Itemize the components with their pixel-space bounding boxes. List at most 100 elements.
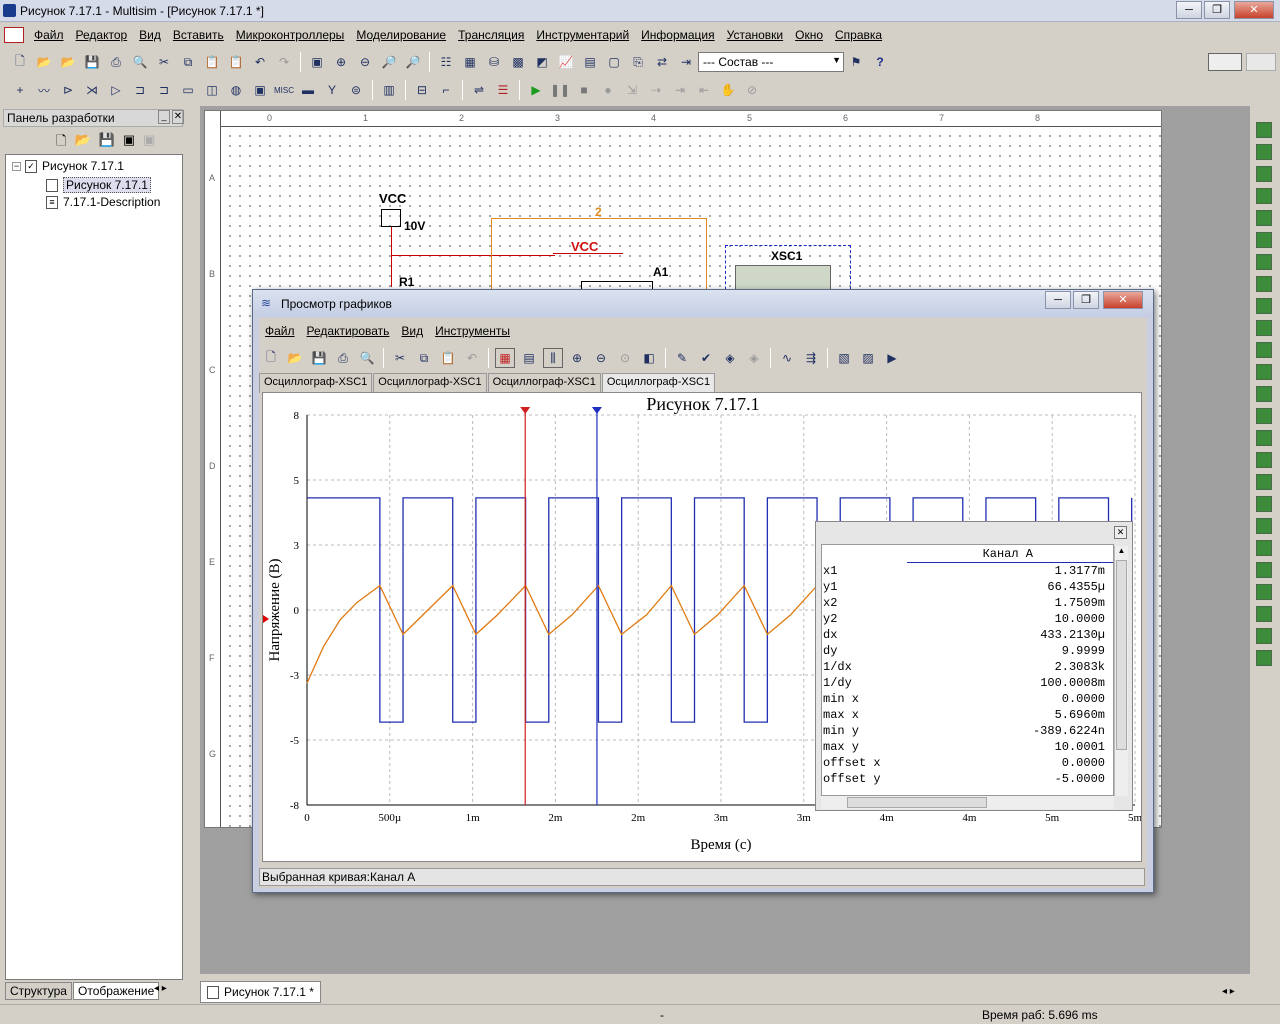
grapher-menu-file[interactable]: Файл — [259, 324, 301, 338]
export-mathcad-icon[interactable]: ▨ — [858, 348, 878, 368]
menu-file[interactable]: Файл — [28, 28, 70, 42]
zoom-fit-icon[interactable]: 🔎 — [403, 52, 423, 72]
cursors-icon[interactable]: ⫼ — [543, 348, 563, 368]
instrument-icon[interactable] — [1256, 562, 1272, 578]
add-trace-icon[interactable]: ⇶ — [801, 348, 821, 368]
menu-insert[interactable]: Вставить — [167, 28, 230, 42]
menu-tools[interactable]: Инструментарий — [530, 28, 635, 42]
panel-pin-button[interactable]: _ — [158, 110, 170, 124]
tree-root[interactable]: − ✓ Рисунок 7.17.1 — [12, 159, 124, 173]
copy-icon[interactable]: ⧉ — [178, 52, 198, 72]
grapher-icon[interactable]: 📈 — [556, 52, 576, 72]
breakpoint-icon[interactable]: ✋ — [718, 80, 738, 100]
tab-nav-arrows[interactable]: ◂ ▸ — [1222, 986, 1235, 997]
open-icon[interactable]: 📂 — [34, 52, 54, 72]
cursor-box-close-button[interactable]: ✕ — [1114, 526, 1127, 539]
spreadsheet-icon[interactable]: ▦ — [460, 52, 480, 72]
menu-view[interactable]: Вид — [133, 28, 167, 42]
run-icon[interactable]: ▶ — [526, 80, 546, 100]
close-button[interactable]: ✕ — [1234, 1, 1274, 19]
copy-icon[interactable]: ⧉ — [414, 348, 434, 368]
zoom-out-icon[interactable]: ⊖ — [355, 52, 375, 72]
grid-icon[interactable]: ▩ — [508, 52, 528, 72]
design-toolbox-icon[interactable]: ☷ — [436, 52, 456, 72]
grapher-minimize-button[interactable]: ─ — [1045, 291, 1071, 309]
transistor-icon[interactable]: ⋊ — [82, 80, 102, 100]
instrument-icon[interactable] — [1256, 452, 1272, 468]
menu-reports[interactable]: Информация — [635, 28, 720, 42]
instrument-icon[interactable] — [1256, 474, 1272, 490]
zoom-in-icon[interactable]: ⊕ — [331, 52, 351, 72]
probe-icon[interactable]: ⇌ — [469, 80, 489, 100]
instrument-icon[interactable] — [1256, 342, 1272, 358]
legend-icon[interactable]: ▤ — [519, 348, 539, 368]
export-excel-icon[interactable]: ▧ — [834, 348, 854, 368]
instrument-icon[interactable] — [1256, 496, 1272, 512]
erc-icon[interactable]: ▢ — [604, 52, 624, 72]
properties-icon[interactable]: ✎ — [672, 348, 692, 368]
minimize-button[interactable]: ─ — [1176, 1, 1202, 19]
menu-edit[interactable]: Редактор — [70, 28, 134, 42]
instrument-icon[interactable] — [1256, 584, 1272, 600]
transfer-icon[interactable]: ⇥ — [676, 52, 696, 72]
electromech-icon[interactable]: ⊜ — [346, 80, 366, 100]
menu-transfer[interactable]: Трансляция — [452, 28, 530, 42]
mdi-icon-2[interactable] — [1246, 53, 1276, 71]
instrument-icon[interactable] — [1256, 122, 1272, 138]
instrument-icon[interactable] — [1256, 232, 1272, 248]
instrument-icon[interactable] — [1256, 606, 1272, 622]
save-icon[interactable]: 💾 — [82, 52, 102, 72]
close-design-icon[interactable]: ▣ — [123, 132, 135, 154]
step-over-icon[interactable]: ⇢ — [646, 80, 666, 100]
mixed-icon[interactable]: ◫ — [202, 80, 222, 100]
open-icon[interactable]: 📂 — [285, 348, 305, 368]
forward-annotate-icon[interactable]: ⇄ — [652, 52, 672, 72]
tab-scroll-arrows[interactable]: ◂ ▸ — [154, 983, 167, 994]
document-tab[interactable]: Рисунок 7.17.1 * — [200, 981, 321, 1003]
grapher-maximize-button[interactable]: ❐ — [1073, 291, 1099, 309]
ttl-icon[interactable]: ⊐ — [130, 80, 150, 100]
probe2-icon[interactable]: ☰ — [493, 80, 513, 100]
instrument-icon[interactable] — [1256, 518, 1272, 534]
step-into-icon[interactable]: ⇲ — [622, 80, 642, 100]
run-cursor-icon[interactable]: ⇤ — [694, 80, 714, 100]
save-icon[interactable]: 💾 — [309, 348, 329, 368]
bus-icon[interactable]: ⌐ — [436, 80, 456, 100]
instrument-icon[interactable] — [1256, 144, 1272, 160]
redo-icon[interactable]: ↷ — [274, 52, 294, 72]
cursor-data-window[interactable]: ✕ Канал А x1 1.3177m y1 66.4355µ x2 1.7509m y2… — [815, 521, 1133, 811]
open-samples-icon[interactable]: 📂 — [58, 52, 78, 72]
new-design-icon[interactable]: 🗋 — [56, 132, 66, 154]
education-icon[interactable]: ⚑ — [846, 52, 866, 72]
menu-help[interactable]: Справка — [829, 28, 888, 42]
overlay-traces-icon[interactable]: ∿ — [777, 348, 797, 368]
hier-block-icon[interactable]: ⊟ — [412, 80, 432, 100]
mdi-icon[interactable] — [1208, 53, 1242, 71]
power-icon[interactable]: ▣ — [250, 80, 270, 100]
peripherals-icon[interactable]: ▬ — [298, 80, 318, 100]
in-use-list[interactable]: --- Состав --- ▼ — [698, 52, 844, 72]
instrument-icon[interactable] — [1256, 364, 1272, 380]
help-icon[interactable]: ? — [870, 52, 890, 72]
instrument-icon[interactable] — [1256, 540, 1272, 556]
cmos-icon[interactable]: ⊐ — [154, 80, 174, 100]
select-trace-icon[interactable]: ◈ — [720, 348, 740, 368]
grapher-menu-tools[interactable]: Инструменты — [429, 324, 516, 338]
menu-mcu[interactable]: Микроконтроллеры — [230, 28, 351, 42]
rf-icon[interactable]: Y — [322, 80, 342, 100]
pause-icon[interactable]: ❚❚ — [550, 80, 570, 100]
undo-icon[interactable]: ↶ — [462, 348, 482, 368]
select-marks-icon[interactable]: ✔ — [696, 348, 716, 368]
grapher-close-button[interactable]: ✕ — [1103, 291, 1143, 309]
tab-oscilloscope-2[interactable]: Осциллограф-XSC1 — [373, 373, 487, 393]
menu-window[interactable]: Окно — [789, 28, 829, 42]
tab-oscilloscope-4[interactable]: Осциллограф-XSC1 — [601, 373, 716, 393]
paste-icon[interactable]: 📋 — [438, 348, 458, 368]
backannotate-icon[interactable]: ⎘ — [628, 52, 648, 72]
print-icon[interactable]: ⎙ — [333, 348, 353, 368]
cut-icon[interactable]: ✂ — [390, 348, 410, 368]
panel-close-button[interactable]: ✕ — [172, 110, 184, 124]
zoom-area-icon[interactable]: 🔎 — [379, 52, 399, 72]
postprocessor-icon[interactable]: ▤ — [580, 52, 600, 72]
maximize-button[interactable]: ❐ — [1204, 1, 1230, 19]
